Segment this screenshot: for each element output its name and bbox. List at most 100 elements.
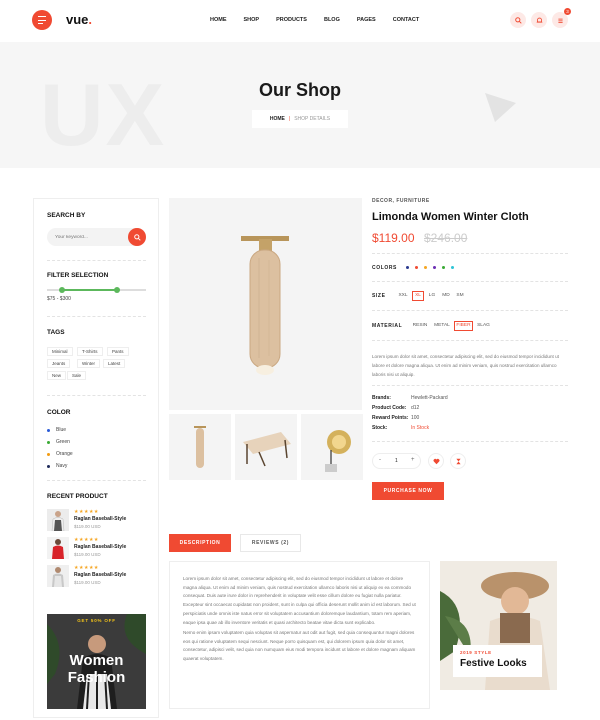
divider [372, 253, 568, 254]
page-title: Our Shop [259, 80, 341, 100]
color-option-orange[interactable]: Orange [47, 451, 73, 457]
product-thumbnail[interactable] [235, 414, 297, 480]
tag-item[interactable]: Winter [77, 359, 101, 368]
search-submit-button[interactable] [128, 228, 146, 246]
breadcrumb-home[interactable]: HOME [270, 116, 285, 122]
nav-blog[interactable]: BLOG [324, 17, 340, 23]
cart-icon[interactable]: 3 [552, 8, 571, 28]
nav-pages[interactable]: PAGES [357, 17, 376, 23]
quantity-value[interactable]: 1 [395, 458, 398, 464]
color-dot [47, 452, 50, 456]
tag-item[interactable]: T-Shirts [77, 347, 103, 356]
promo-year-label: 2019 STYLE [460, 650, 492, 655]
product-thumbnail [47, 537, 69, 559]
price-range-max-handle[interactable] [114, 287, 121, 293]
recent-products-title: RECENT PRODUCT [47, 493, 108, 500]
product-main-image[interactable] [169, 198, 362, 410]
nav-shop[interactable]: SHOP [244, 17, 260, 23]
colors-label: COLORS [372, 265, 397, 271]
heart-icon [433, 458, 439, 464]
recent-product-item[interactable]: ★★★★★ Raglan Baseball-Style $119.00 USD [47, 565, 157, 587]
price-range-slider[interactable] [47, 287, 146, 293]
hourglass-icon [455, 458, 461, 464]
tab-description[interactable]: DESCRIPTION [169, 534, 231, 552]
nav-home[interactable]: HOME [210, 17, 227, 23]
color-swatch[interactable] [424, 266, 427, 269]
description-paragraph: Nemo enim ipsam voluptatem quia voluptas… [183, 630, 416, 662]
material-option[interactable]: SLAG [475, 321, 492, 331]
main-nav: HOME SHOP PRODUCTS BLOG PAGES CONTACT [210, 17, 419, 23]
product-name: Raglan Baseball-Style [74, 516, 127, 522]
tag-item[interactable]: Pants [107, 347, 129, 356]
product-thumbnail [47, 565, 69, 587]
tag-item[interactable]: Sale [67, 371, 87, 380]
material-option[interactable]: RESIN [410, 321, 430, 331]
description-paragraph: Lorem ipsum dolor sit amet, consectetur … [183, 576, 416, 625]
size-option[interactable]: MD [440, 291, 452, 301]
breadcrumb-separator: | [288, 116, 291, 122]
color-option-green[interactable]: Green [47, 439, 70, 445]
price-range-min-handle[interactable] [58, 287, 65, 293]
size-option[interactable]: XXL [396, 291, 410, 301]
size-option[interactable]: LG [426, 291, 438, 301]
product-price: $119.00 USD [74, 552, 101, 557]
color-swatch[interactable] [451, 266, 454, 269]
promo-title: Festive Looks [460, 658, 527, 669]
promo-banner-women-fashion[interactable]: GET 50% OFF Women Fashion [47, 614, 146, 709]
color-swatch[interactable] [415, 266, 418, 269]
search-title: SEARCH BY [47, 212, 86, 219]
divider [47, 260, 146, 261]
purchase-now-button[interactable]: PURCHASE NOW [372, 482, 444, 500]
size-option[interactable]: SM [454, 291, 466, 301]
wishlist-button[interactable] [428, 453, 444, 469]
color-option-navy[interactable]: Navy [47, 463, 67, 469]
meta-reward-points: 100 [411, 415, 420, 421]
qty-increase-button[interactable]: + [411, 457, 415, 463]
tag-item[interactable]: Latest [103, 359, 126, 368]
promo-card: 2019 STYLE Festive Looks [453, 645, 542, 677]
product-thumbnail[interactable] [301, 414, 363, 480]
divider [47, 480, 146, 481]
site-logo[interactable]: vue. [66, 12, 92, 27]
meta-brand: Hewlett-Packard [411, 395, 448, 401]
menu-icon[interactable] [32, 10, 52, 30]
recent-product-item[interactable]: ★★★★★ Raglan Baseball-Style $119.00 USD [47, 509, 157, 531]
material-option-selected[interactable]: FIBER [454, 321, 473, 331]
search-icon[interactable] [510, 12, 526, 28]
compare-button[interactable] [450, 453, 466, 469]
banner-title: Women Fashion [67, 652, 126, 686]
tags-title: TAGS [47, 329, 65, 336]
divider [47, 316, 146, 317]
size-option-selected[interactable]: XL [412, 291, 424, 301]
divider [47, 395, 146, 396]
meta-label: Stock: [372, 425, 388, 431]
product-price: $119.00 [372, 231, 415, 245]
product-category: DECOR, FURNITURE [372, 198, 430, 204]
size-label: SIZE [372, 293, 386, 299]
nav-contact[interactable]: CONTACT [393, 17, 419, 23]
search-input[interactable] [55, 232, 125, 242]
tab-reviews[interactable]: REVIEWS (2) [240, 534, 301, 552]
bell-icon[interactable] [531, 12, 547, 28]
product-old-price: $246.00 [424, 231, 468, 245]
color-swatch[interactable] [406, 266, 409, 269]
filter-title: FILTER SELECTION [47, 272, 109, 279]
nav-products[interactable]: PRODUCTS [276, 17, 307, 23]
product-title: Limonda Women Winter Cloth [372, 211, 529, 223]
rating-stars: ★★★★★ [74, 565, 99, 571]
tag-item[interactable]: Jeants [47, 359, 71, 368]
color-option-blue[interactable]: Blue [47, 427, 66, 433]
tag-item[interactable]: New [47, 371, 67, 380]
color-swatch[interactable] [433, 266, 436, 269]
qty-decrease-button[interactable]: - [379, 457, 381, 463]
recent-product-item[interactable]: ★★★★★ Raglan Baseball-Style $119.00 USD [47, 537, 157, 559]
tag-item[interactable]: Minimal [47, 347, 73, 356]
divider [372, 340, 568, 341]
shop-sidebar: SEARCH BY FILTER SELECTION $75 - $300 TA… [33, 198, 159, 718]
material-option[interactable]: METAL [432, 321, 452, 331]
product-thumbnail[interactable] [169, 414, 231, 480]
promo-banner-festive-looks[interactable]: 2019 STYLE Festive Looks [440, 561, 557, 690]
meta-product-code: d12 [411, 405, 420, 411]
color-swatch[interactable] [442, 266, 445, 269]
price-range-text: $75 - $300 [47, 296, 71, 302]
